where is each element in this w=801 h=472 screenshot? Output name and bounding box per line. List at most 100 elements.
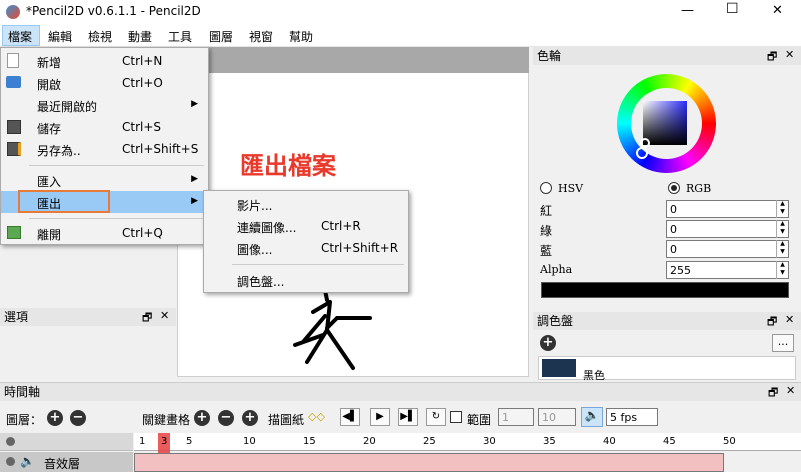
frame-ruler[interactable] bbox=[134, 433, 801, 451]
menu-help[interactable]: 幫助 bbox=[289, 28, 313, 45]
palette-color-name[interactable]: 黑色 bbox=[583, 367, 605, 383]
float-icon[interactable]: 🗗 bbox=[767, 313, 777, 332]
range-label: 範圍 bbox=[467, 413, 492, 427]
exit-icon bbox=[7, 226, 21, 239]
menu-item-exit[interactable]: 離開 Ctrl+Q bbox=[1, 222, 208, 244]
menu-item-label: 開啟 bbox=[37, 78, 62, 92]
menu-separator bbox=[29, 165, 204, 166]
saturation-value-square[interactable] bbox=[643, 101, 687, 145]
blue-label: 藍 bbox=[540, 244, 553, 258]
visibility-dot-icon[interactable] bbox=[6, 437, 15, 446]
keyframe-label: 關鍵畫格 bbox=[142, 413, 191, 427]
menu-item-import[interactable]: 匯入 ▶ bbox=[1, 169, 208, 191]
add-color-button[interactable]: + bbox=[540, 335, 556, 351]
alpha-input[interactable] bbox=[666, 261, 789, 279]
float-icon[interactable]: 🗗 bbox=[142, 309, 152, 328]
ruler-label: 1 bbox=[139, 436, 146, 447]
range-checkbox[interactable] bbox=[450, 411, 462, 423]
range-start-input[interactable] bbox=[498, 408, 534, 426]
color-picker-handle-2[interactable] bbox=[640, 138, 650, 148]
play-button[interactable]: ▶ bbox=[370, 408, 390, 426]
fps-input[interactable] bbox=[606, 408, 658, 426]
palette-list bbox=[538, 356, 796, 380]
menu-layer[interactable]: 圖層 bbox=[209, 28, 233, 45]
stick-figure-drawing bbox=[293, 290, 372, 370]
menu-item-open[interactable]: 開啟 Ctrl+O bbox=[1, 72, 208, 94]
timeline-label: 時間軸 bbox=[4, 385, 41, 399]
menu-item-recent[interactable]: 最近開啟的 ▶ bbox=[1, 94, 208, 116]
menu-item-shortcut: Ctrl+Shift+S bbox=[122, 142, 199, 156]
submenu-arrow-icon: ▶ bbox=[191, 196, 198, 206]
green-spinner[interactable]: ▲ ▼ bbox=[776, 220, 788, 238]
duplicate-keyframe-button[interactable]: + bbox=[242, 410, 258, 426]
options-panel-label: 選項 bbox=[4, 310, 29, 324]
menu-item-shortcut: Ctrl+O bbox=[122, 76, 163, 90]
export-highlight-outline bbox=[18, 190, 110, 213]
alpha-spinner[interactable]: ▲ ▼ bbox=[776, 261, 788, 279]
remove-layer-button[interactable]: − bbox=[70, 410, 86, 426]
sound-layer-row[interactable]: 🔈 音效層 bbox=[0, 452, 133, 472]
menu-separator bbox=[232, 264, 404, 265]
loop-button[interactable]: ↻ bbox=[426, 408, 446, 426]
range-end-input[interactable] bbox=[538, 408, 576, 426]
menu-item-save[interactable]: 儲存 Ctrl+S bbox=[1, 116, 208, 138]
menu-item-label: 圖像... bbox=[237, 243, 273, 257]
menu-item-save-as[interactable]: 另存為.. Ctrl+Shift+S bbox=[1, 138, 208, 160]
export-submenu: 影片... 連續圖像... Ctrl+R 圖像... Ctrl+Shift+R … bbox=[203, 190, 409, 293]
menu-animation[interactable]: 動畫 bbox=[128, 28, 152, 45]
menu-tools[interactable]: 工具 bbox=[168, 28, 192, 45]
close-icon[interactable]: ✕ bbox=[785, 48, 794, 61]
close-button[interactable]: ✕ bbox=[772, 3, 783, 18]
float-icon[interactable]: 🗗 bbox=[768, 384, 778, 403]
onion-skin-icon[interactable]: ◇◇ bbox=[308, 410, 325, 423]
layer-header-row bbox=[0, 433, 133, 451]
add-layer-button[interactable]: + bbox=[47, 410, 63, 426]
title-bar: *Pencil2D v0.6.1.1 - Pencil2D — ☐ ✕ bbox=[0, 0, 801, 24]
menu-file[interactable]: 檔案 bbox=[8, 28, 32, 45]
menu-view[interactable]: 檢視 bbox=[88, 28, 112, 45]
export-image-sequence-item[interactable]: 連續圖像... Ctrl+R bbox=[204, 215, 408, 237]
menu-item-new[interactable]: 新增 Ctrl+N bbox=[1, 50, 208, 72]
red-input[interactable] bbox=[666, 200, 789, 218]
maximize-button[interactable]: ☐ bbox=[726, 1, 739, 17]
menu-separator bbox=[29, 218, 204, 219]
close-icon[interactable]: ✕ bbox=[160, 309, 169, 322]
palette-title: 調色盤 bbox=[533, 312, 801, 330]
menu-item-label: 離開 bbox=[37, 228, 62, 242]
red-spinner[interactable]: ▲ ▼ bbox=[776, 200, 788, 218]
play-forward-button[interactable]: ▶▌ bbox=[398, 408, 418, 426]
ruler-label: 5 bbox=[186, 436, 193, 447]
sound-track[interactable] bbox=[134, 453, 724, 472]
current-color-swatch bbox=[541, 282, 789, 298]
save-icon bbox=[7, 120, 21, 134]
export-movie-item[interactable]: 影片... bbox=[204, 193, 408, 215]
red-label: 紅 bbox=[540, 204, 553, 218]
rgb-radio[interactable] bbox=[668, 182, 680, 194]
close-icon[interactable]: ✕ bbox=[786, 384, 795, 397]
blue-spinner[interactable]: ▲ ▼ bbox=[776, 240, 788, 258]
export-palette-item[interactable]: 調色盤... bbox=[204, 269, 408, 291]
play-backward-button[interactable]: ◀▌ bbox=[340, 408, 360, 426]
minimize-button[interactable]: — bbox=[681, 3, 694, 18]
menu-item-label: 連續圖像... bbox=[237, 221, 297, 235]
color-picker-handle[interactable] bbox=[636, 147, 648, 159]
blue-input[interactable] bbox=[666, 240, 789, 258]
menu-item-shortcut: Ctrl+N bbox=[122, 54, 163, 68]
add-keyframe-button[interactable]: + bbox=[194, 410, 210, 426]
export-image-item[interactable]: 圖像... Ctrl+Shift+R bbox=[204, 237, 408, 259]
menu-edit[interactable]: 編輯 bbox=[48, 28, 72, 45]
palette-color-swatch[interactable] bbox=[542, 359, 576, 377]
green-input[interactable] bbox=[666, 220, 789, 238]
submenu-arrow-icon: ▶ bbox=[191, 174, 198, 184]
hsv-radio[interactable] bbox=[540, 182, 552, 194]
close-icon[interactable]: ✕ bbox=[785, 313, 794, 326]
remove-keyframe-button[interactable]: − bbox=[218, 410, 234, 426]
visibility-dot-icon[interactable] bbox=[6, 457, 15, 466]
sound-toggle-button[interactable]: 🔈 bbox=[581, 407, 603, 427]
menu-item-label: 新增 bbox=[37, 56, 62, 70]
float-icon[interactable]: 🗗 bbox=[767, 48, 777, 67]
menu-item-label: 調色盤... bbox=[237, 275, 285, 289]
export-file-annotation: 匯出檔案 bbox=[240, 152, 336, 180]
menu-windows[interactable]: 視窗 bbox=[249, 28, 273, 45]
palette-more-button[interactable]: ... bbox=[772, 334, 794, 352]
